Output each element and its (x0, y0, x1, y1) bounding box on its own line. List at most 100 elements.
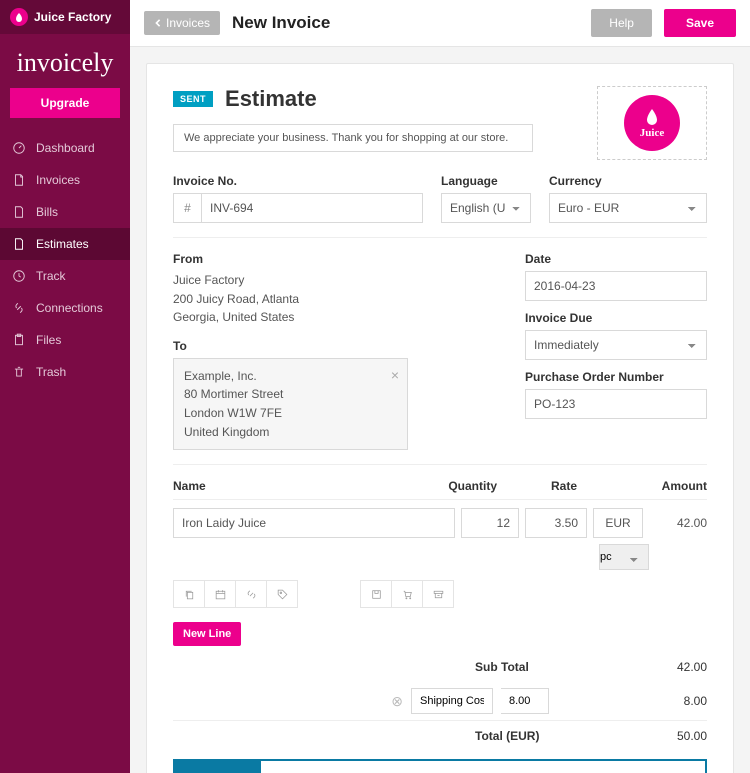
line-name-input[interactable] (173, 508, 455, 538)
line-currency (593, 508, 643, 538)
nav-label: Track (36, 269, 66, 283)
chevron-left-icon (154, 19, 162, 27)
to-line: 80 Mortimer Street (184, 385, 397, 404)
save-item-icon[interactable] (360, 580, 392, 608)
col-rate: Rate (497, 479, 577, 493)
nav-connections[interactable]: Connections (0, 292, 130, 324)
back-button[interactable]: Invoices (144, 11, 220, 35)
svg-text:Juice: Juice (640, 127, 665, 139)
status-badge: SENT (173, 91, 213, 107)
trash-icon (12, 365, 26, 379)
line-qty-input[interactable] (461, 508, 519, 538)
clipboard-icon (12, 333, 26, 347)
invoice-due-label: Invoice Due (525, 311, 707, 325)
line-unit-select[interactable]: pc (599, 544, 649, 570)
line-amount (649, 508, 707, 538)
to-address-box[interactable]: × Example, Inc. 80 Mortimer Street Londo… (173, 358, 408, 450)
juice-logo-icon: Juice (624, 95, 680, 151)
nav-files[interactable]: Files (0, 324, 130, 356)
nav-label: Dashboard (36, 141, 95, 155)
clock-icon (12, 269, 26, 283)
copy-icon[interactable] (173, 580, 205, 608)
to-label: To (173, 339, 495, 353)
upgrade-button[interactable]: Upgrade (10, 88, 120, 118)
link-icon (12, 301, 26, 315)
save-button[interactable]: Save (664, 9, 736, 37)
help-button[interactable]: Help (591, 9, 652, 37)
line-rate-input[interactable] (525, 508, 587, 538)
total-due-row: Total Due EUR 50.00 (173, 759, 707, 773)
page-title: New Invoice (232, 13, 330, 33)
language-select[interactable]: English (US) (441, 193, 531, 223)
invoice-due-select[interactable]: Immediately (525, 330, 707, 360)
sidebar: Juice Factory invoicely Upgrade Dashboar… (0, 0, 130, 773)
from-line: Georgia, United States (173, 308, 495, 327)
col-qty: Quantity (427, 479, 497, 493)
calendar-icon[interactable] (204, 580, 236, 608)
to-line: Example, Inc. (184, 367, 397, 386)
total-label: Total (EUR) (475, 729, 625, 743)
date-input[interactable] (525, 271, 707, 301)
date-label: Date (525, 252, 707, 266)
nav-estimates[interactable]: Estimates (0, 228, 130, 260)
shipping-cost-input[interactable] (501, 688, 549, 714)
nav: Dashboard Invoices Bills Estimates Track… (0, 132, 130, 388)
new-line-button[interactable]: New Line (173, 622, 241, 646)
total-due-label: Total Due (175, 761, 261, 773)
invoice-no-input[interactable] (201, 193, 423, 223)
to-line: United Kingdom (184, 423, 397, 442)
to-line: London W1W 7FE (184, 404, 397, 423)
currency-select[interactable]: Euro - EUR (549, 193, 707, 223)
thank-you-note-input[interactable] (173, 124, 533, 152)
company-name: Juice Factory (34, 10, 111, 24)
document-icon (12, 173, 26, 187)
from-line: 200 Juicy Road, Atlanta (173, 290, 495, 309)
cart-icon[interactable] (391, 580, 423, 608)
hash-prefix: # (173, 193, 201, 223)
invoice-no-label: Invoice No. (173, 174, 423, 188)
nav-dashboard[interactable]: Dashboard (0, 132, 130, 164)
nav-label: Invoices (36, 173, 80, 187)
po-label: Purchase Order Number (525, 370, 707, 384)
currency-label: Currency (549, 174, 707, 188)
po-input[interactable] (525, 389, 707, 419)
nav-label: Estimates (36, 237, 89, 251)
subtotal-label: Sub Total (475, 660, 625, 674)
col-name: Name (173, 479, 427, 493)
from-label: From (173, 252, 495, 266)
totals: Sub Total 42.00 ⊗ 8.00 Total (EUR) 50.00 (173, 652, 707, 773)
from-address: Juice Factory 200 Juicy Road, Atlanta Ge… (173, 271, 495, 327)
topbar: Invoices New Invoice Help Save (130, 0, 750, 47)
shipping-label-input[interactable] (411, 688, 493, 714)
document-icon (12, 237, 26, 251)
line-item-row (173, 508, 707, 538)
tag-icon[interactable] (266, 580, 298, 608)
nav-label: Trash (36, 365, 66, 379)
link-icon[interactable] (235, 580, 267, 608)
nav-label: Connections (36, 301, 103, 315)
nav-trash[interactable]: Trash (0, 356, 130, 388)
logo-upload[interactable]: Juice (597, 86, 707, 160)
nav-label: Files (36, 333, 61, 347)
col-amount: Amount (577, 479, 707, 493)
total-value: 50.00 (637, 729, 707, 743)
gauge-icon (12, 141, 26, 155)
remove-recipient-icon[interactable]: × (391, 365, 399, 387)
invoice-card: SENT Estimate Juice Invoice No. (146, 63, 734, 773)
shipping-amount: 8.00 (557, 694, 707, 708)
line-items-header: Name Quantity Rate Amount (173, 479, 707, 500)
nav-track[interactable]: Track (0, 260, 130, 292)
back-label: Invoices (166, 16, 210, 30)
brand-row: Juice Factory (0, 0, 130, 34)
document-icon (12, 205, 26, 219)
nav-invoices[interactable]: Invoices (0, 164, 130, 196)
from-line: Juice Factory (173, 271, 495, 290)
remove-shipping-icon[interactable]: ⊗ (391, 693, 403, 710)
nav-label: Bills (36, 205, 58, 219)
main: Invoices New Invoice Help Save SENT Esti… (130, 0, 750, 773)
archive-icon[interactable] (422, 580, 454, 608)
nav-bills[interactable]: Bills (0, 196, 130, 228)
subtotal-value: 42.00 (637, 660, 707, 674)
brand-icon (10, 8, 28, 26)
document-title: Estimate (225, 86, 317, 112)
